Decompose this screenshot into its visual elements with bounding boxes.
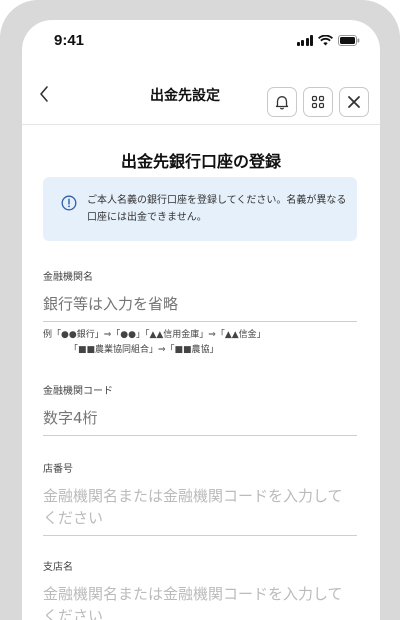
header-title: 出金先設定 [150, 88, 220, 104]
back-button[interactable] [32, 82, 56, 106]
example-line-2: 「■■農業協同組合」⇒「■■農協」 [69, 345, 219, 355]
status-bar: 9:41 [22, 20, 380, 66]
notification-button[interactable] [267, 87, 297, 117]
bank-name-input[interactable] [43, 293, 357, 322]
branch-name-label: 支店名 [43, 562, 73, 573]
device-frame: 9:41 出金先設定 出金先銀行口座の登録 ご本人名義の銀行口座を登録してくださ… [0, 0, 400, 620]
grid-icon [311, 95, 325, 109]
bank-name-label: 金融機関名 [43, 272, 93, 283]
back-chevron-icon [40, 86, 48, 102]
bank-code-input[interactable] [43, 407, 357, 436]
app-header: 出金先設定 [22, 68, 380, 125]
branch-name-input[interactable]: 金融機関名または金融機関コードを入力してください [43, 583, 357, 620]
page-title: 出金先銀行口座の登録 [120, 152, 281, 171]
bank-code-label: 金融機関コード [43, 386, 113, 397]
status-time: 9:41 [54, 32, 85, 49]
battery-icon [338, 35, 360, 46]
phone-screen: 9:41 出金先設定 出金先銀行口座の登録 ご本人名義の銀行口座を登録してくださ… [22, 20, 380, 620]
menu-grid-button[interactable] [303, 87, 333, 117]
branch-number-field: 店番号 金融機関名または金融機関コードを入力してください [43, 460, 357, 536]
signal-icon [296, 35, 313, 46]
bank-name-example: 例「●●銀行」⇒「●●」「▲▲信用金庫」⇒「▲▲信金」 「■■農業協同組合」⇒「… [43, 328, 357, 358]
bell-icon [275, 96, 289, 110]
bank-code-field: 金融機関コード [43, 382, 357, 436]
status-icons [296, 35, 361, 46]
notice-box: ご本人名義の銀行口座を登録してください。名義が異なる口座には出金できません。 [43, 177, 357, 241]
notice-text: ご本人名義の銀行口座を登録してください。名義が異なる口座には出金できません。 [87, 195, 347, 223]
wifi-icon [318, 35, 333, 46]
branch-number-input[interactable]: 金融機関名または金融機関コードを入力してください [43, 485, 357, 536]
branch-name-field: 支店名 金融機関名または金融機関コードを入力してください [43, 558, 357, 620]
bank-name-field: 金融機関名 例「●●銀行」⇒「●●」「▲▲信用金庫」⇒「▲▲信金」 「■■農業協… [43, 268, 357, 358]
branch-number-label: 店番号 [43, 464, 73, 475]
example-line-1: 例「●●銀行」⇒「●●」「▲▲信用金庫」⇒「▲▲信金」 [43, 330, 266, 340]
info-icon [61, 195, 77, 211]
close-button[interactable] [339, 87, 369, 117]
close-icon [348, 96, 360, 108]
